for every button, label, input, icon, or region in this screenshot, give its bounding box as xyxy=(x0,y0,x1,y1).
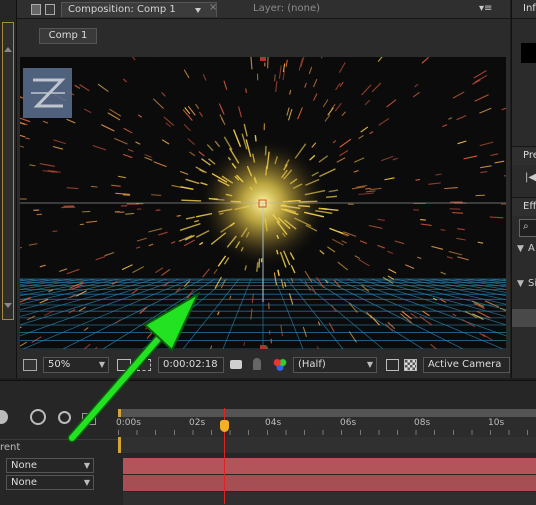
top-handle xyxy=(260,57,266,61)
effects-search-field[interactable]: ⌕ xyxy=(519,219,536,237)
motion-blur-icon[interactable] xyxy=(30,409,46,425)
show-snapshot-icon[interactable] xyxy=(253,358,261,370)
comp-navigator-button[interactable]: Comp 1 xyxy=(39,28,97,44)
layer-2-parent-dropdown[interactable]: None ▼ xyxy=(6,475,94,490)
current-time-indicator[interactable] xyxy=(220,420,229,432)
region-of-interest-icon[interactable] xyxy=(137,359,151,371)
view-camera-dropdown[interactable]: Active Camera xyxy=(423,357,510,373)
effects-category-s[interactable]: Si xyxy=(528,278,536,289)
current-time-value: 0:00:02:18 xyxy=(163,359,218,370)
effects-selected-row[interactable] xyxy=(512,309,536,327)
tab-composition[interactable]: Composition: Comp 1 xyxy=(61,2,217,17)
draft-3d-icon[interactable] xyxy=(0,410,8,424)
search-icon: ⌕ xyxy=(523,221,529,232)
panel-grip-icon[interactable] xyxy=(45,4,55,15)
resolution-value: (Half) xyxy=(298,359,326,370)
info-panel-tab[interactable]: Inf xyxy=(512,0,536,19)
z-logo-icon xyxy=(23,68,72,118)
transparency-grid-icon[interactable] xyxy=(404,359,417,371)
composition-viewer[interactable] xyxy=(20,57,506,349)
panel-menu-icon[interactable]: ▾≡ xyxy=(479,3,492,14)
layer-1-parent-value: None xyxy=(11,460,37,471)
magnification-value: 50% xyxy=(48,359,70,370)
expand-arrow-icon[interactable]: ▼ xyxy=(517,244,524,254)
fast-previews-icon[interactable] xyxy=(386,359,399,371)
parent-column-header: rent xyxy=(0,439,118,456)
comp-subbar: Comp 1 xyxy=(17,19,510,49)
tab-menu-arrow-icon[interactable] xyxy=(195,8,201,13)
bottom-handle xyxy=(260,345,266,349)
resolution-dropdown[interactable]: (Half) ▼ xyxy=(293,357,377,373)
scroll-up-icon[interactable] xyxy=(4,47,12,52)
layer-1-bar[interactable] xyxy=(123,458,536,474)
graph-editor-icon[interactable] xyxy=(82,413,96,425)
parent-column-label: rent xyxy=(0,442,20,453)
right-panels: Inf Pre |◀ Eff ⌕ ▼ A ▼ Si xyxy=(511,0,536,378)
chevron-down-icon: ▼ xyxy=(84,459,90,473)
preview-panel-tab[interactable]: Pre xyxy=(512,146,536,165)
work-area-bar[interactable] xyxy=(118,409,536,417)
lock-icon[interactable] xyxy=(31,4,41,15)
chevron-down-icon: ▼ xyxy=(367,358,373,372)
timeline-toolbar xyxy=(0,401,118,431)
close-tab-icon[interactable]: × xyxy=(209,2,217,13)
ruler-label-6: 06s xyxy=(340,418,356,428)
z-logo-glyph xyxy=(23,68,72,118)
layer-2-parent-value: None xyxy=(11,477,37,488)
layer-2-bar[interactable] xyxy=(123,475,536,491)
current-time-display[interactable]: 0:00:02:18 xyxy=(158,357,224,373)
chevron-down-icon: ▼ xyxy=(84,476,90,490)
chevron-down-icon: ▼ xyxy=(99,358,105,372)
magnification-dropdown[interactable]: 50% ▼ xyxy=(43,357,109,373)
effects-panel-tab[interactable]: Eff xyxy=(512,197,536,216)
info-tab-label: Inf xyxy=(523,3,536,14)
safe-zones-icon[interactable] xyxy=(117,359,131,371)
ruler-tick-row xyxy=(118,430,536,435)
always-preview-icon[interactable] xyxy=(23,359,37,371)
tab-layer-label: Layer: (none) xyxy=(253,3,320,14)
ruler-label-8: 08s xyxy=(414,418,430,428)
expand-arrow-icon[interactable]: ▼ xyxy=(517,279,524,289)
viewer-toolbar: 50% ▼ 0:00:02:18 (Half) ▼ Active Camera xyxy=(17,355,510,377)
time-navigator[interactable] xyxy=(118,437,536,453)
first-frame-icon[interactable]: |◀ xyxy=(525,172,536,183)
ruler-label-10: 10s xyxy=(488,418,504,428)
snapshot-camera-icon[interactable] xyxy=(230,360,242,369)
preview-tab-label: Pre xyxy=(523,150,536,161)
timeline-panel: rent None ▼ None ▼ xyxy=(0,380,536,505)
ruler-label-4: 04s xyxy=(265,418,281,428)
project-panel-scroll[interactable] xyxy=(2,22,14,320)
frame-blending-icon[interactable] xyxy=(58,411,71,424)
ruler-label-2: 02s xyxy=(189,418,205,428)
view-camera-value: Active Camera xyxy=(428,359,501,370)
tab-composition-label: Composition: Comp 1 xyxy=(68,4,176,15)
scroll-down-icon[interactable] xyxy=(4,303,12,308)
layer-1-parent-dropdown[interactable]: None ▼ xyxy=(6,458,94,473)
project-panel-edge xyxy=(0,0,17,378)
layer-below-bar xyxy=(123,492,536,505)
color-channels-icon[interactable] xyxy=(273,358,287,371)
info-swatch xyxy=(521,43,536,63)
particle-render xyxy=(20,57,506,349)
effects-tab-label: Eff xyxy=(523,201,536,212)
effects-category-a[interactable]: A xyxy=(528,243,535,254)
ruler-label-0: 0:00s xyxy=(116,418,141,428)
tab-layer[interactable]: Layer: (none) xyxy=(247,2,379,16)
composition-panel-header: Composition: Comp 1 × Layer: (none) ▾≡ xyxy=(17,0,510,19)
composition-panel: Composition: Comp 1 × Layer: (none) ▾≡ C… xyxy=(17,0,510,378)
